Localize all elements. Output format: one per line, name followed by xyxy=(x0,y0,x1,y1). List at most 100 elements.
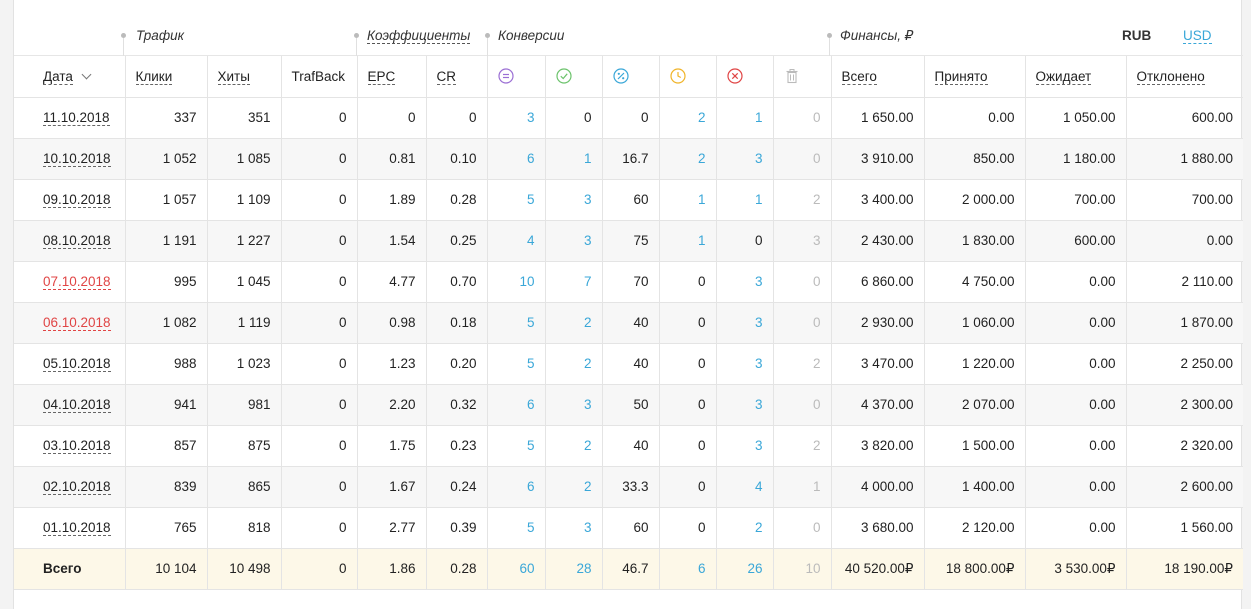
total-conversions-cell[interactable]: 3 xyxy=(487,97,546,139)
cr-header[interactable]: CR xyxy=(426,56,488,98)
rejected-cell[interactable]: 3 xyxy=(716,425,774,467)
total-approved-cell[interactable]: 28 xyxy=(545,548,603,590)
total-rejected-cell[interactable]: 26 xyxy=(716,548,774,590)
date-link[interactable]: 06.10.2018 xyxy=(43,315,111,331)
total-cr-cell: 0.28 xyxy=(426,548,488,590)
approved-cell[interactable]: 3 xyxy=(545,384,603,426)
approved-cell: 0 xyxy=(545,97,603,139)
trafback-cell: 0 xyxy=(281,425,358,467)
date-link[interactable]: 11.10.2018 xyxy=(43,110,110,126)
rejected-cell[interactable]: 1 xyxy=(716,97,774,139)
clicks-header[interactable]: Клики xyxy=(125,56,208,98)
rejected-header[interactable] xyxy=(716,56,774,98)
approved-cell[interactable]: 2 xyxy=(545,425,603,467)
total-total-conversions-cell[interactable]: 60 xyxy=(487,548,546,590)
date-link[interactable]: 02.10.2018 xyxy=(43,479,111,495)
date-link[interactable]: 04.10.2018 xyxy=(43,397,111,413)
pending-header[interactable] xyxy=(659,56,717,98)
rejected-cell[interactable]: 4 xyxy=(716,466,774,508)
currency-usd[interactable]: USD xyxy=(1183,28,1212,44)
date-link[interactable]: 10.10.2018 xyxy=(43,151,111,167)
pending-clock-icon[interactable] xyxy=(669,68,686,85)
date-link[interactable]: 03.10.2018 xyxy=(43,438,111,454)
date-cell[interactable]: 11.10.2018 xyxy=(14,97,126,139)
finance-total-cell: 4 000.00 xyxy=(831,466,925,508)
pending-amount-cell: 1 180.00 xyxy=(1025,138,1127,180)
date-link[interactable]: 07.10.2018 xyxy=(43,274,111,290)
approved-cell[interactable]: 2 xyxy=(545,302,603,344)
date-link[interactable]: 09.10.2018 xyxy=(43,192,111,208)
approved-header[interactable] xyxy=(545,56,603,98)
accepted-header[interactable]: Принято xyxy=(924,56,1026,98)
rejected-cell[interactable]: 1 xyxy=(716,179,774,221)
date-cell[interactable]: 05.10.2018 xyxy=(14,343,126,385)
trafback-cell: 0 xyxy=(281,97,358,139)
approved-cell[interactable]: 3 xyxy=(545,507,603,549)
date-cell[interactable]: 03.10.2018 xyxy=(14,425,126,467)
accepted-cell: 0.00 xyxy=(924,97,1026,139)
date-link[interactable]: 05.10.2018 xyxy=(43,356,111,372)
date-cell[interactable]: 06.10.2018 xyxy=(14,302,126,344)
date-cell[interactable]: 10.10.2018 xyxy=(14,138,126,180)
group-coefficients[interactable]: Коэффициенты xyxy=(367,28,471,44)
total-conversions-cell[interactable]: 5 xyxy=(487,179,546,221)
trash-cell: 2 xyxy=(773,425,832,467)
total-conversions-header[interactable] xyxy=(487,56,546,98)
date-link[interactable]: 01.10.2018 xyxy=(43,520,111,536)
total-conversions-cell[interactable]: 5 xyxy=(487,507,546,549)
pending-cell[interactable]: 1 xyxy=(659,220,717,262)
approved-icon[interactable] xyxy=(555,68,572,85)
date-cell[interactable]: 04.10.2018 xyxy=(14,384,126,426)
table-row: 07.10.2018 995 1 045 0 4.77 0.70 10 7 70 0 3 0 6 860… xyxy=(14,261,1243,303)
percent-icon[interactable] xyxy=(612,68,629,85)
rejected-cell[interactable]: 3 xyxy=(716,343,774,385)
approved-cell[interactable]: 3 xyxy=(545,220,603,262)
total-conversions-cell[interactable]: 6 xyxy=(487,384,546,426)
currency-rub[interactable]: RUB xyxy=(1122,28,1151,43)
total-conversions-cell[interactable]: 10 xyxy=(487,261,546,303)
date-cell[interactable]: 07.10.2018 xyxy=(14,261,126,303)
pending-amount-header[interactable]: Ожидает xyxy=(1025,56,1127,98)
total-conversions-cell[interactable]: 5 xyxy=(487,343,546,385)
pending-cell[interactable]: 2 xyxy=(659,138,717,180)
total-conversions-cell[interactable]: 5 xyxy=(487,425,546,467)
total-conversions-cell[interactable]: 6 xyxy=(487,138,546,180)
accepted-cell: 1 060.00 xyxy=(924,302,1026,344)
total-conversions-cell[interactable]: 4 xyxy=(487,220,546,262)
total-clicks-cell: 10 104 xyxy=(125,548,208,590)
date-cell[interactable]: 02.10.2018 xyxy=(14,466,126,508)
rejected-cell[interactable]: 3 xyxy=(716,138,774,180)
date-header[interactable]: Дата xyxy=(14,56,126,98)
rejected-amount-header[interactable]: Отклонено xyxy=(1126,56,1243,98)
total-conversions-cell[interactable]: 5 xyxy=(487,302,546,344)
approved-cell[interactable]: 2 xyxy=(545,466,603,508)
finance-total-header[interactable]: Всего xyxy=(831,56,925,98)
total-conversions-icon[interactable] xyxy=(497,68,514,85)
pending-cell[interactable]: 2 xyxy=(659,97,717,139)
approved-cell[interactable]: 2 xyxy=(545,343,603,385)
rejected-cell[interactable]: 3 xyxy=(716,261,774,303)
rejected-icon[interactable] xyxy=(726,68,743,85)
pending-cell[interactable]: 1 xyxy=(659,179,717,221)
percent-header[interactable] xyxy=(602,56,660,98)
date-link[interactable]: 08.10.2018 xyxy=(43,233,111,249)
rejected-cell[interactable]: 3 xyxy=(716,302,774,344)
rejected-cell[interactable]: 3 xyxy=(716,384,774,426)
rejected-cell[interactable]: 2 xyxy=(716,507,774,549)
trash-header[interactable] xyxy=(773,56,832,98)
total-pending-cell[interactable]: 6 xyxy=(659,548,717,590)
epc-cell: 4.77 xyxy=(357,261,427,303)
epc-header[interactable]: EPC xyxy=(357,56,427,98)
trash-icon[interactable] xyxy=(784,68,800,84)
hits-header[interactable]: Хиты xyxy=(207,56,282,98)
date-cell[interactable]: 01.10.2018 xyxy=(14,507,126,549)
chevron-down-icon[interactable] xyxy=(81,69,92,80)
date-cell[interactable]: 09.10.2018 xyxy=(14,179,126,221)
date-cell[interactable]: 08.10.2018 xyxy=(14,220,126,262)
total-conversions-cell[interactable]: 6 xyxy=(487,466,546,508)
approved-cell[interactable]: 1 xyxy=(545,138,603,180)
total-finance-total-cell: 40 520.00₽ xyxy=(831,548,925,590)
approved-cell[interactable]: 7 xyxy=(545,261,603,303)
approved-cell[interactable]: 3 xyxy=(545,179,603,221)
hits-cell: 865 xyxy=(207,466,282,508)
